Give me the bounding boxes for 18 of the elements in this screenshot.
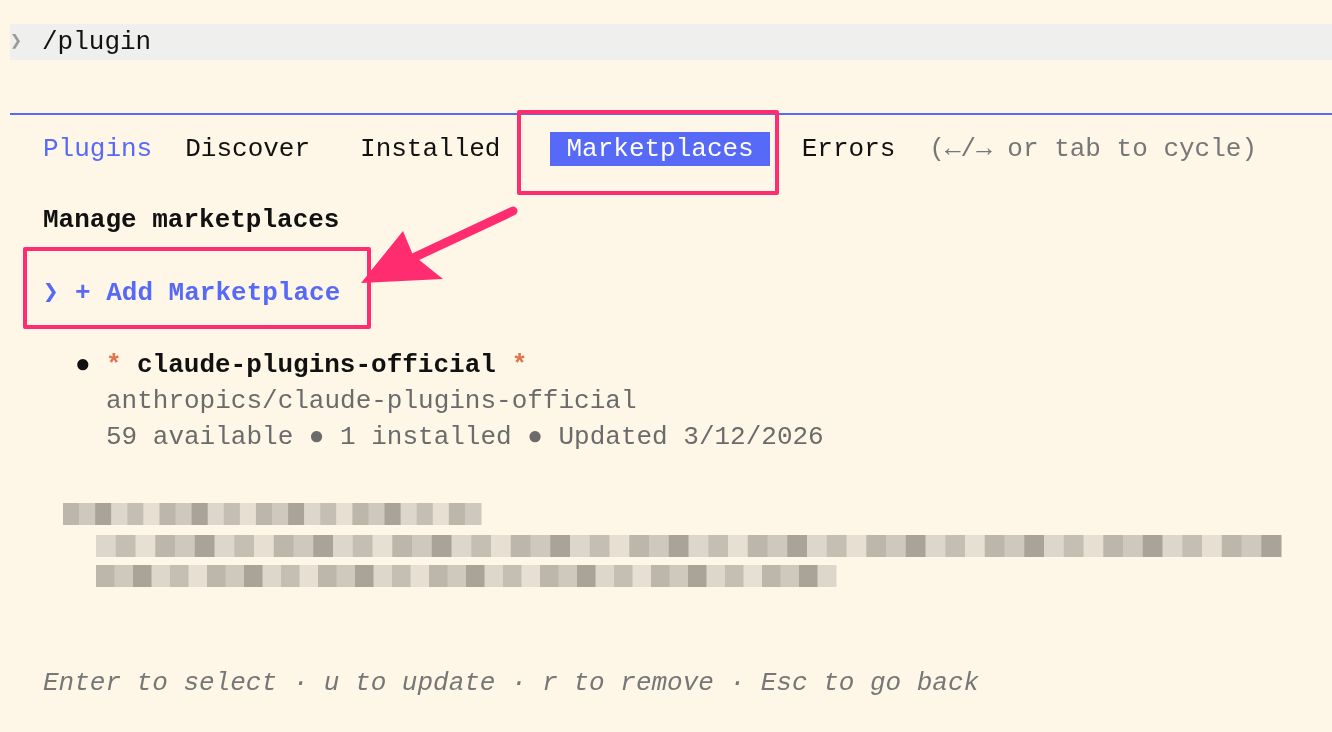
bullet-icon: ● xyxy=(75,347,106,383)
section-title: Manage marketplaces xyxy=(43,204,341,237)
prompt-icon: ❯ xyxy=(10,24,42,60)
key-hints: Enter to select · u to update · r to remove · Esc to go back xyxy=(43,667,981,700)
asterisk-icon: * xyxy=(106,347,137,383)
tabs-hint: (←/→ or tab to cycle) xyxy=(929,133,1257,166)
panel-title: Plugins xyxy=(43,133,153,166)
add-marketplace-option[interactable]: + Add Marketplace xyxy=(75,275,341,311)
tab[interactable]: Marketplaces xyxy=(550,132,770,166)
marketplace-stats: 59 available ● 1 installed ● Updated 3/12/2026 xyxy=(105,421,825,454)
tab[interactable]: Installed xyxy=(360,132,501,166)
marketplace-name[interactable]: claude-plugins-official xyxy=(137,347,496,383)
command-text: /plugin xyxy=(42,26,152,59)
marketplace-source: anthropics/claude-plugins-official xyxy=(105,385,638,418)
tab[interactable]: Errors xyxy=(801,132,896,166)
asterisk-icon: * xyxy=(511,347,528,383)
cursor-icon: ❯ xyxy=(43,275,75,311)
tab[interactable]: Discover xyxy=(185,132,311,166)
